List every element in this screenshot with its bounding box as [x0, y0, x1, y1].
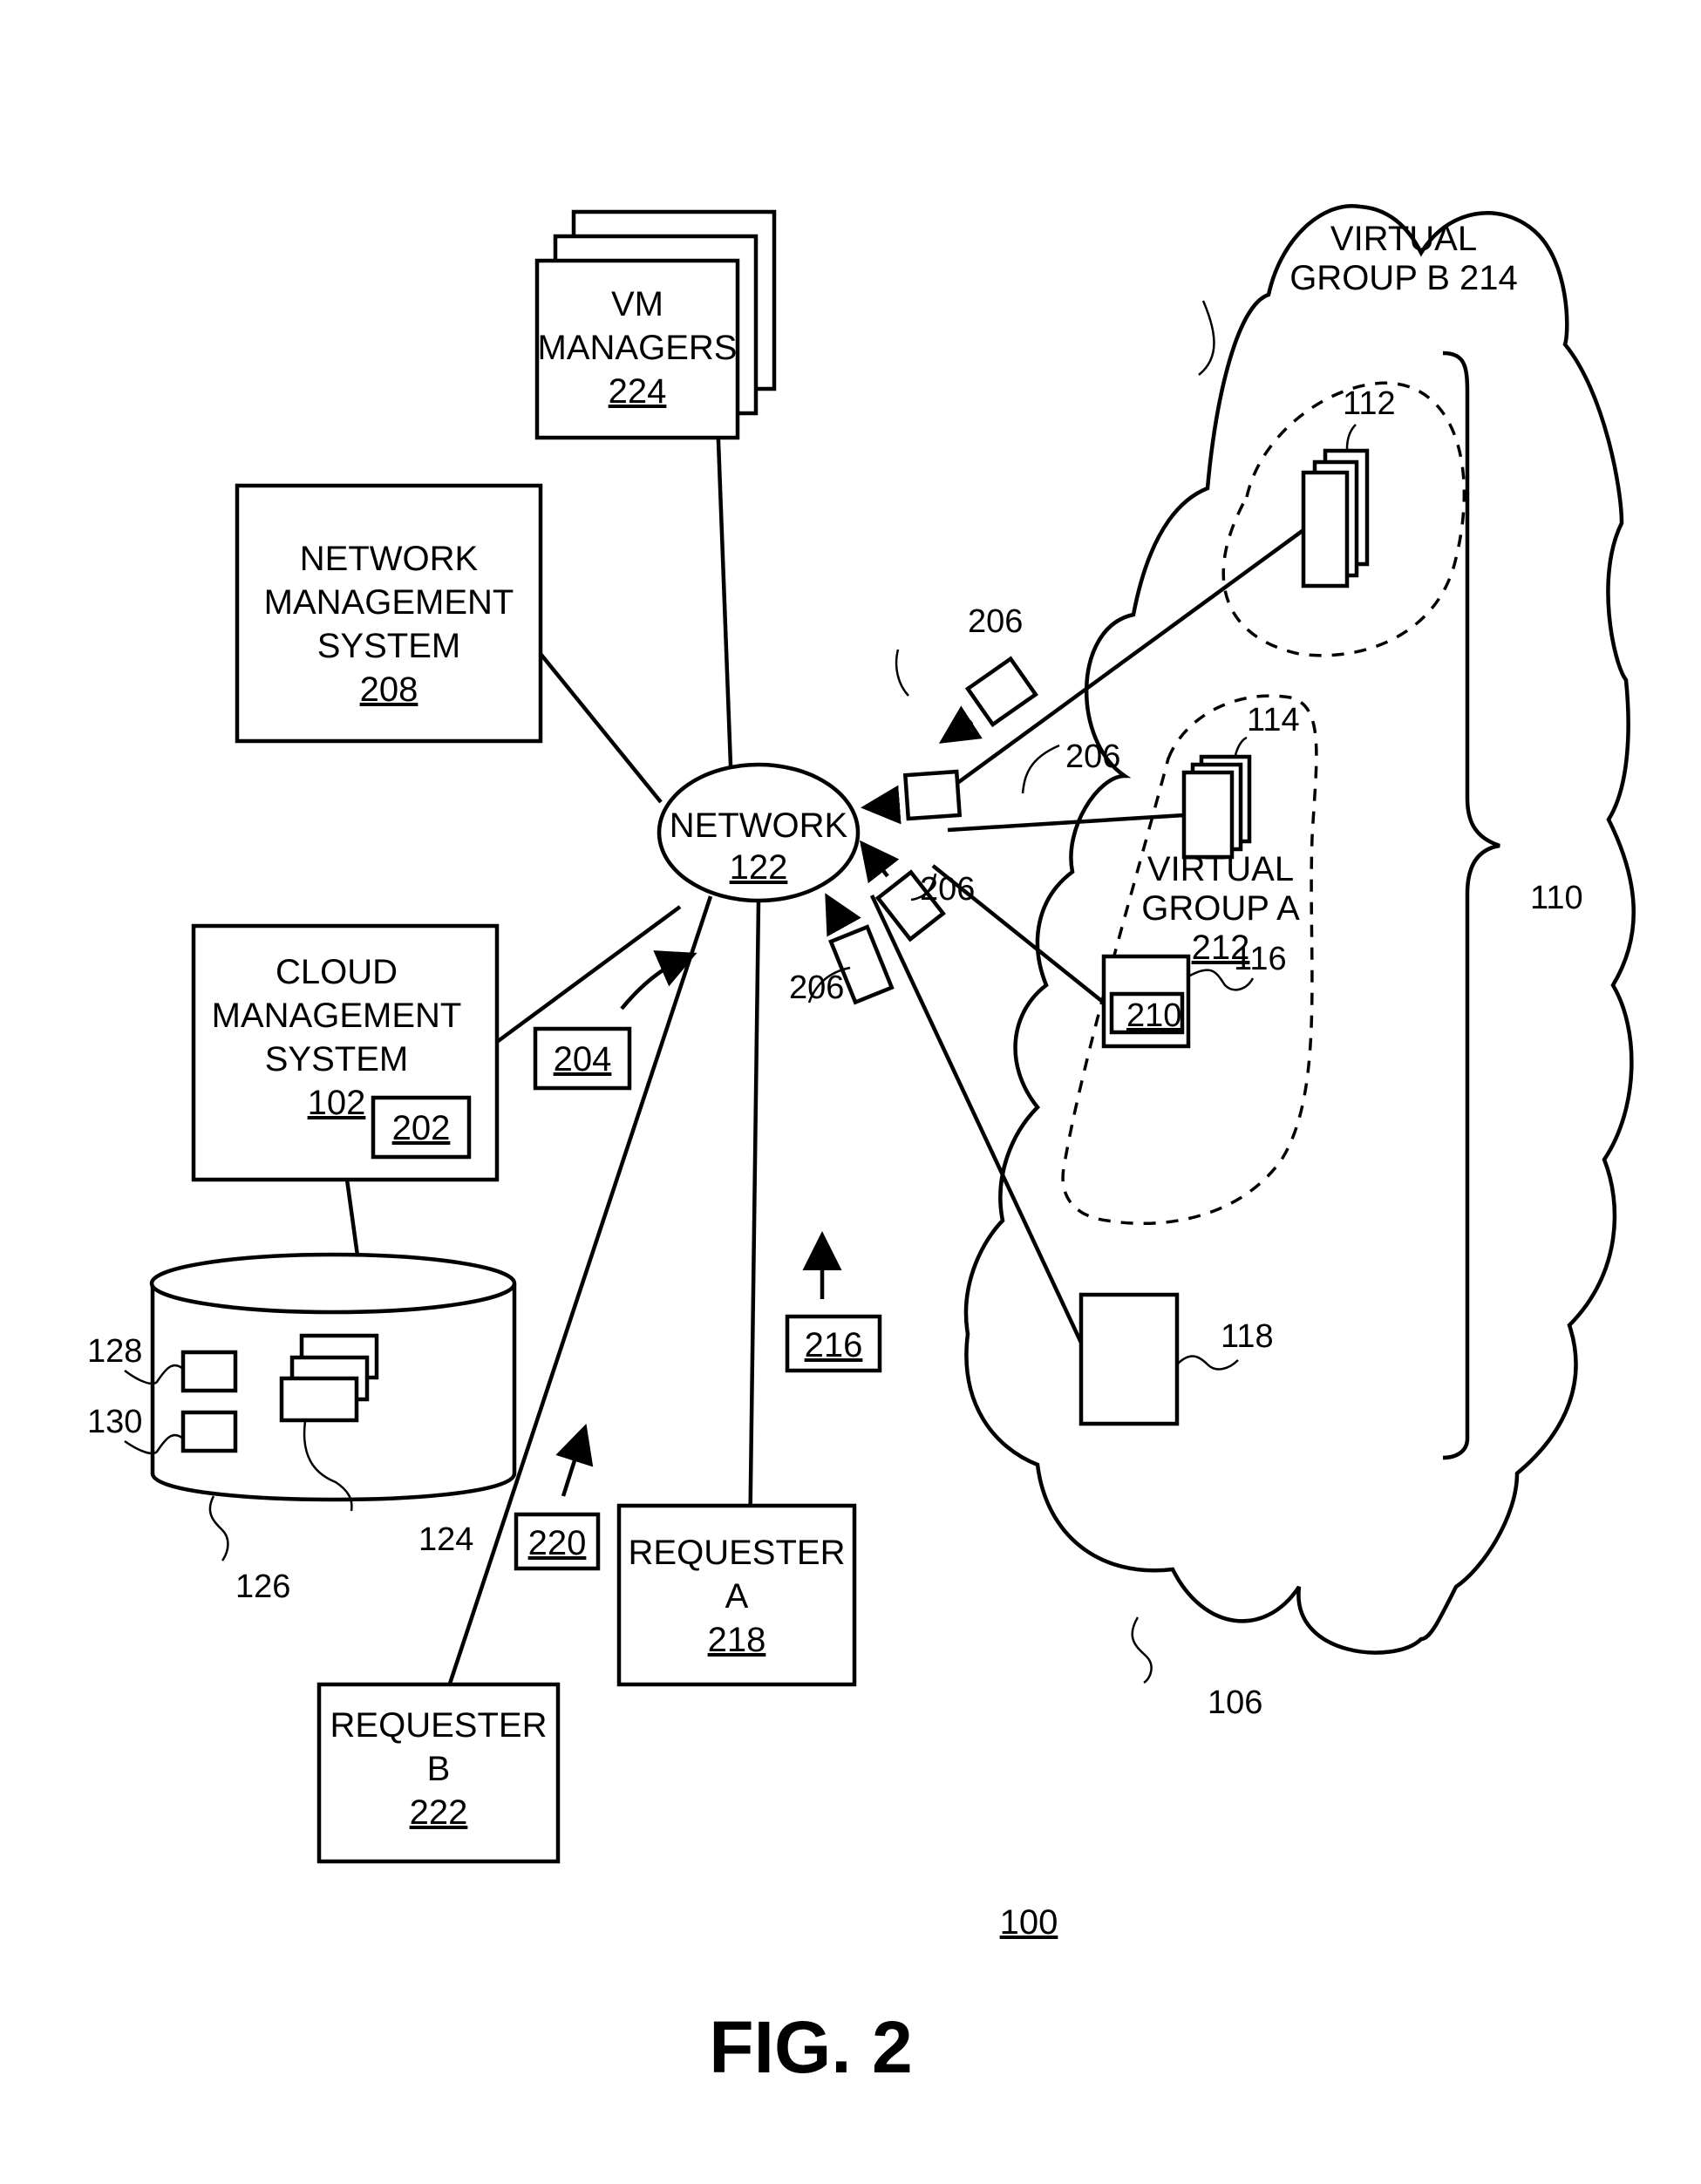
system-diagram: 110 VIRTUAL GROUP B 214 112 VIRTUAL GROU…: [87, 203, 1636, 2088]
bracket-110: [1442, 350, 1500, 1460]
db-item-124-front: [279, 1376, 359, 1423]
packet-206-2: [902, 769, 963, 821]
link-network-118: [869, 895, 1084, 1344]
message-220-arrow: [555, 1423, 594, 1497]
host-118: [1078, 1292, 1180, 1426]
nms-line2: MANAGEMENT: [264, 583, 514, 622]
network-label: NETWORK: [670, 806, 848, 845]
cms-ref: 102: [308, 1084, 366, 1122]
database-126-top: [149, 1252, 517, 1315]
db-item-130-label: 130: [87, 1404, 142, 1440]
db-item-128-label: 128: [87, 1333, 142, 1370]
leader-line: [1198, 300, 1215, 376]
system-ref-100: 100: [1000, 1903, 1058, 1942]
host-116-label: 116: [1234, 941, 1287, 977]
network-ref: 122: [730, 848, 788, 887]
packet-arrow-2: [861, 785, 902, 825]
cms-line1: CLOUD: [276, 953, 398, 991]
virtual-group-b-label-line2: GROUP B 214: [1289, 259, 1518, 297]
vm-managers-ref: 224: [609, 372, 667, 411]
virtual-group-a-label-line2: GROUP A: [1141, 889, 1300, 928]
leader-line: [895, 649, 909, 697]
message-204-label: 204: [554, 1040, 612, 1078]
message-204-arrow: [620, 950, 697, 1010]
db-item-128: [180, 1350, 238, 1393]
figure-title: FIG. 2: [709, 2006, 912, 2088]
nms-ref: 208: [360, 670, 418, 709]
leader-line: [1176, 1355, 1239, 1371]
cloud-106-label: 106: [1208, 1684, 1262, 1721]
cms-line2: MANAGEMENT: [212, 997, 462, 1035]
leader-line: [208, 1495, 229, 1561]
link-network-cms: [495, 905, 682, 1044]
component-210-label: 210: [1126, 997, 1181, 1034]
packet-206-1: [964, 656, 1038, 728]
vm-managers-line2: MANAGERS: [538, 329, 738, 367]
host-118-label: 118: [1221, 1318, 1274, 1355]
leader-line: [1345, 424, 1357, 450]
nms-line1: NETWORK: [300, 540, 479, 578]
requester-a-ref: 218: [708, 1621, 766, 1659]
leader-line: [1131, 1616, 1153, 1684]
requester-b-line1: REQUESTER: [330, 1706, 548, 1745]
bracket-110-label: 110: [1530, 880, 1583, 916]
packet-arrow-3: [859, 840, 900, 884]
requester-b-line2: B: [427, 1750, 451, 1788]
leader-line: [1234, 736, 1248, 756]
leader-line: [1021, 744, 1060, 794]
server-112-label: 112: [1343, 385, 1396, 422]
server-112-front: [1301, 470, 1350, 589]
message-216-label: 216: [805, 1326, 863, 1364]
link-network-requester-a: [747, 900, 761, 1551]
server-114-label: 114: [1247, 702, 1300, 738]
requester-a-line2: A: [725, 1577, 749, 1616]
database-126-label: 126: [235, 1568, 290, 1605]
link-cms-database: [344, 1179, 360, 1256]
link-network-nms: [539, 652, 663, 804]
message-220-label: 220: [528, 1524, 587, 1562]
packet-arrow-4: [825, 893, 861, 937]
cloud-106-outline: [963, 203, 1636, 1655]
requester-b-ref: 222: [410, 1793, 468, 1832]
packet-206-label-2: 206: [1065, 738, 1120, 775]
packet-206-label-3: 206: [920, 871, 975, 908]
vm-managers-line1: VM: [611, 285, 663, 323]
virtual-group-b-label-line1: VIRTUAL: [1330, 220, 1477, 258]
requester-a-line1: REQUESTER: [629, 1534, 846, 1572]
cms-line3: SYSTEM: [265, 1040, 408, 1078]
nms-line3: SYSTEM: [317, 627, 460, 665]
packet-arrow-1: [938, 705, 983, 744]
packet-206-label-1: 206: [968, 603, 1023, 640]
server-114-front: [1181, 770, 1235, 860]
db-item-130: [180, 1410, 238, 1453]
component-202-label: 202: [392, 1109, 451, 1147]
db-item-124-label: 124: [418, 1521, 473, 1558]
